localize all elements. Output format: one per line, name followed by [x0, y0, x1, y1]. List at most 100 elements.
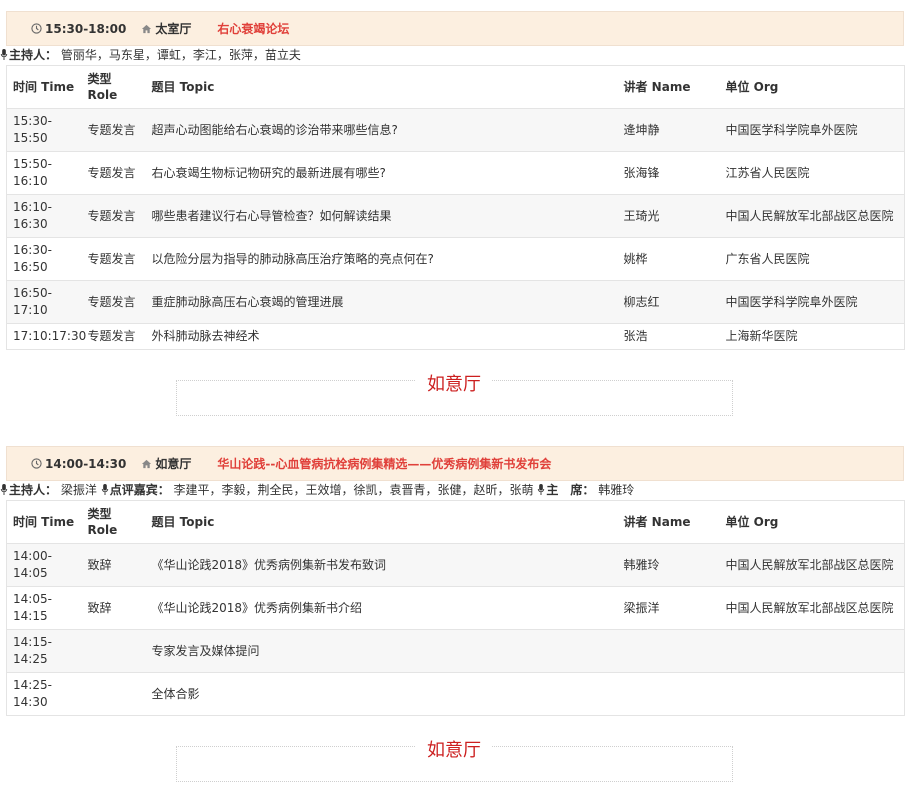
cell-topic: 哪些患者建议行右心导管检查？如何解读结果 — [145, 194, 618, 238]
chair-name: 韩雅玲 — [598, 483, 635, 497]
clock-icon — [31, 23, 42, 34]
microphone-icon — [538, 484, 545, 495]
cell-role: 专题发言 — [81, 108, 146, 152]
schedule-table: 时间 Time 类型 Role 题目 Topic 讲者 Name 单位 Org … — [6, 65, 905, 350]
cell-role: 专题发言 — [81, 151, 146, 195]
cell-role: 专题发言 — [81, 194, 146, 238]
table-row: 15:50-16:10 专题发言 右心衰竭生物标记物研究的最新进展有哪些? 张海… — [6, 151, 905, 195]
session-hall: 如意厅 — [155, 457, 192, 471]
reviewers-names: 李建平，李毅，荆全民，王效增，徐凯，袁晋青，张健，赵昕，张萌 — [173, 483, 534, 497]
cell-topic: 专家发言及媒体提问 — [145, 629, 618, 673]
reviewers-label: 点评嘉宾： — [109, 483, 170, 497]
hall-divider-title: 如意厅 — [416, 736, 492, 762]
table-row: 16:30-16:50 专题发言 以危险分层为指导的肺动脉高压治疗策略的亮点何在… — [6, 237, 905, 281]
table-header-row: 时间 Time 类型 Role 题目 Topic 讲者 Name 单位 Org — [6, 500, 905, 544]
session-hall: 太室厅 — [155, 22, 192, 36]
cell-speaker[interactable]: 张浩 — [617, 323, 720, 350]
table-row: 14:00-14:05 致辞 《华山论践2018》优秀病例集新书发布致词 韩雅玲… — [6, 543, 905, 587]
session-time: 14:00-14:30 — [45, 456, 127, 471]
col-header-topic: 题目 Topic — [145, 500, 618, 544]
col-header-org: 单位 Org — [719, 65, 905, 109]
cell-topic: 《华山论践2018》优秀病例集新书发布致词 — [145, 543, 618, 587]
cell-org: 上海新华医院 — [719, 323, 905, 350]
microphone-icon — [101, 484, 108, 495]
cell-role: 专题发言 — [81, 237, 146, 281]
cell-time: 14:05-14:15 — [6, 586, 82, 630]
cell-role — [81, 629, 146, 673]
cell-role: 专题发言 — [81, 323, 146, 350]
session-block-1: 15:30-18:00 太室厅 右心衰竭论坛 主持人： 管丽华，马东星，谭虹，李… — [0, 11, 905, 350]
session-time: 15:30-18:00 — [45, 21, 127, 36]
cell-org — [719, 672, 905, 716]
session-hosts: 主持人： 梁振洋 点评嘉宾： 李建平，李毅，荆全民，王效增，徐凯，袁晋青，张健，… — [0, 481, 904, 500]
hall-divider-title: 如意厅 — [416, 370, 492, 396]
cell-topic: 以危险分层为指导的肺动脉高压治疗策略的亮点何在? — [145, 237, 618, 281]
cell-org — [719, 629, 905, 673]
table-row: 14:05-14:15 致辞 《华山论践2018》优秀病例集新书介绍 梁振洋 中… — [6, 586, 905, 630]
cell-topic: 超声心动图能给右心衰竭的诊治带来哪些信息? — [145, 108, 618, 152]
table-row: 14:15-14:25 专家发言及媒体提问 — [6, 629, 905, 673]
table-row: 16:10-16:30 专题发言 哪些患者建议行右心导管检查？如何解读结果 王琦… — [6, 194, 905, 238]
cell-role — [81, 672, 146, 716]
cell-org: 中国人民解放军北部战区总医院 — [719, 194, 905, 238]
cell-topic: 《华山论践2018》优秀病例集新书介绍 — [145, 586, 618, 630]
col-header-speaker: 讲者 Name — [617, 500, 720, 544]
hosts-names: 梁振洋 — [60, 483, 97, 497]
home-icon — [142, 24, 152, 34]
cell-speaker[interactable]: 张海锋 — [617, 151, 720, 195]
table-header-row: 时间 Time 类型 Role 题目 Topic 讲者 Name 单位 Org — [6, 65, 905, 109]
cell-time: 17:10:17:30 — [6, 323, 86, 350]
chair-label: 主 席： — [546, 483, 595, 497]
col-header-time: 时间 Time — [6, 65, 82, 109]
cell-speaker[interactable]: 韩雅玲 — [617, 543, 720, 587]
cell-time: 14:25-14:30 — [6, 672, 82, 716]
cell-time: 14:15-14:25 — [6, 629, 82, 673]
col-header-org: 单位 Org — [719, 500, 905, 544]
session-hosts: 主持人： 管丽华，马东星，谭虹，李江，张萍，苗立夫 — [0, 46, 904, 65]
cell-time: 14:00-14:05 — [6, 543, 82, 587]
hosts-names: 管丽华，马东星，谭虹，李江，张萍，苗立夫 — [60, 48, 301, 62]
cell-time: 15:50-16:10 — [6, 151, 82, 195]
table-row: 15:30-15:50 专题发言 超声心动图能给右心衰竭的诊治带来哪些信息? 逄… — [6, 108, 905, 152]
session-header: 15:30-18:00 太室厅 右心衰竭论坛 — [6, 11, 904, 46]
col-header-role: 类型 Role — [81, 65, 146, 109]
schedule-table: 时间 Time 类型 Role 题目 Topic 讲者 Name 单位 Org … — [6, 500, 905, 716]
cell-topic: 右心衰竭生物标记物研究的最新进展有哪些? — [145, 151, 618, 195]
cell-speaker[interactable]: 逄坤静 — [617, 108, 720, 152]
cell-org: 中国医学科学院阜外医院 — [719, 108, 905, 152]
session-title[interactable]: 华山论践--心血管病抗栓病例集精选——优秀病例集新书发布会 — [217, 455, 551, 472]
cell-role: 致辞 — [81, 586, 146, 630]
cell-org: 中国医学科学院阜外医院 — [719, 280, 905, 324]
cell-speaker[interactable]: 姚桦 — [617, 237, 720, 281]
cell-time: 16:10-16:30 — [6, 194, 82, 238]
cell-topic: 外科肺动脉去神经术 — [145, 323, 618, 350]
cell-role: 专题发言 — [81, 280, 146, 324]
session-block-2: 14:00-14:30 如意厅 华山论践--心血管病抗栓病例集精选——优秀病例集… — [0, 446, 905, 716]
cell-topic: 重症肺动脉高压右心衰竭的管理进展 — [145, 280, 618, 324]
cell-role: 致辞 — [81, 543, 146, 587]
table-row: 17:10:17:30 专题发言 外科肺动脉去神经术 张浩 上海新华医院 — [6, 323, 905, 350]
cell-time: 16:30-16:50 — [6, 237, 82, 281]
session-title[interactable]: 右心衰竭论坛 — [217, 20, 289, 37]
cell-speaker — [617, 672, 720, 716]
cell-topic: 全体合影 — [145, 672, 618, 716]
col-header-topic: 题目 Topic — [145, 65, 618, 109]
clock-icon — [31, 458, 42, 469]
cell-speaker — [617, 629, 720, 673]
cell-org: 江苏省人民医院 — [719, 151, 905, 195]
microphone-icon — [0, 484, 8, 495]
table-row: 14:25-14:30 全体合影 — [6, 672, 905, 716]
table-row: 16:50-17:10 专题发言 重症肺动脉高压右心衰竭的管理进展 柳志红 中国… — [6, 280, 905, 324]
cell-speaker[interactable]: 柳志红 — [617, 280, 720, 324]
hosts-label: 主持人： — [9, 483, 58, 497]
col-header-speaker: 讲者 Name — [617, 65, 720, 109]
cell-time: 16:50-17:10 — [6, 280, 82, 324]
home-icon — [142, 459, 152, 469]
cell-speaker[interactable]: 王琦光 — [617, 194, 720, 238]
col-header-time: 时间 Time — [6, 500, 82, 544]
cell-speaker[interactable]: 梁振洋 — [617, 586, 720, 630]
cell-org: 中国人民解放军北部战区总医院 — [719, 543, 905, 587]
cell-org: 广东省人民医院 — [719, 237, 905, 281]
col-header-role: 类型 Role — [81, 500, 146, 544]
microphone-icon — [0, 49, 8, 60]
